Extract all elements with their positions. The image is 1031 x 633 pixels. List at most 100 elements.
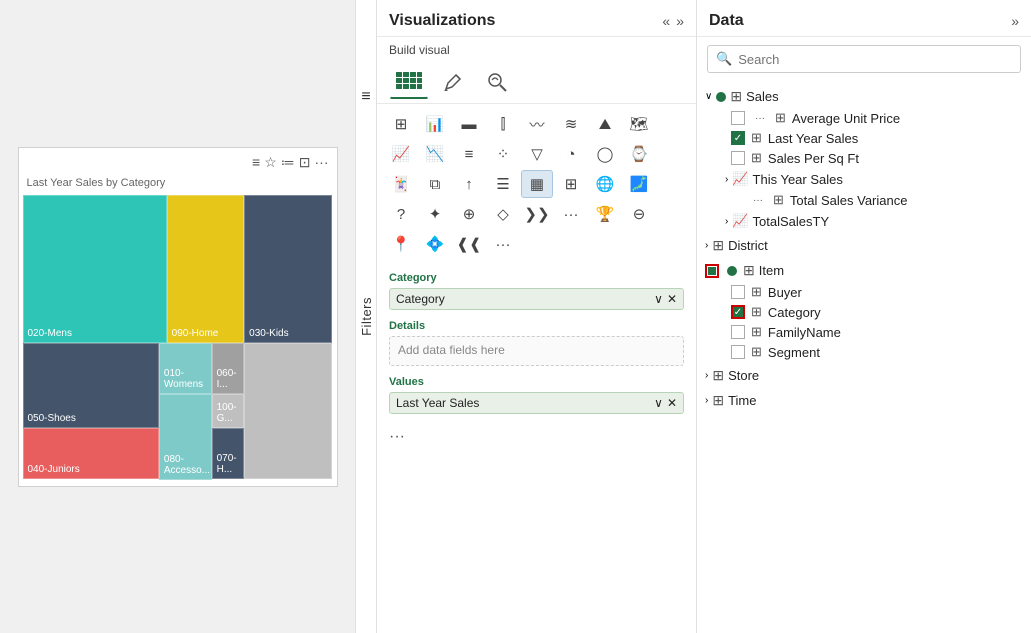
tab-analytics[interactable] <box>477 65 517 99</box>
tree-item-buyer[interactable]: ⊞ Buyer <box>697 282 1031 302</box>
tree-item-sales-per-sq-ft[interactable]: ⊞ Sales Per Sq Ft <box>697 148 1031 168</box>
viz-icon-combo[interactable]: 📉 <box>419 140 451 168</box>
viz-icon-qa[interactable]: ? <box>385 200 417 228</box>
category-chip[interactable]: Category ∨ ✕ <box>389 288 684 310</box>
tree-item-total-sales-variance[interactable]: ··· ⊞ Total Sales Variance <box>697 190 1031 210</box>
toolbar-icon-expand[interactable]: ⊡ <box>299 154 311 171</box>
check-last-year-sales[interactable]: ✓ <box>731 131 745 145</box>
treemap-cell[interactable]: 070-H... <box>212 428 245 479</box>
tab-build-visual[interactable] <box>389 65 429 99</box>
toolbar-icon-more[interactable]: ··· <box>315 154 329 171</box>
viz-icon-map[interactable]: 🗺 <box>623 110 655 138</box>
item-partial-check[interactable] <box>705 264 719 278</box>
tree-item-category[interactable]: ✓ ⊞ Category <box>697 302 1031 322</box>
treemap-cell[interactable]: 050-Shoes <box>23 343 159 429</box>
viz-expand-btn[interactable]: » <box>676 13 684 29</box>
viz-icon-area[interactable]: ⛰ <box>589 110 621 138</box>
values-chip-remove[interactable]: ✕ <box>667 396 677 410</box>
tree-group-header-total-sales-ty[interactable]: › 📈 TotalSalesTY <box>697 210 1031 232</box>
viz-icon-table[interactable]: ⊞ <box>385 110 417 138</box>
viz-icon-donut[interactable]: ◯ <box>589 140 621 168</box>
data-title: Data <box>709 12 744 30</box>
tree-item-avg-unit-price[interactable]: ··· ⊞ Average Unit Price <box>697 108 1031 128</box>
check-family-name[interactable] <box>731 325 745 339</box>
tree-group-header-item[interactable]: ⊞ Item <box>697 259 1031 282</box>
chip-dropdown[interactable]: ∨ <box>654 292 663 306</box>
filters-panel[interactable]: ≡ Filters <box>355 0 377 633</box>
details-chip[interactable]: Add data fields here <box>389 336 684 366</box>
check-segment[interactable] <box>731 345 745 359</box>
tree-item-last-year-sales[interactable]: ✓ ⊞ Last Year Sales <box>697 128 1031 148</box>
viz-icon-kpi[interactable]: ↑ <box>453 170 485 198</box>
check-category[interactable]: ✓ <box>731 305 745 319</box>
viz-icon-waterfall[interactable]: ≡ <box>453 140 485 168</box>
toolbar-icon-menu[interactable]: ≡ <box>252 154 260 171</box>
category-chip-value: Category <box>396 292 445 306</box>
sales-per-sq-ft-name: Sales Per Sq Ft <box>768 151 859 166</box>
viz-icon-pie[interactable]: ◔ <box>555 140 587 168</box>
check-avg-unit-price[interactable] <box>731 111 745 125</box>
viz-icon-smart[interactable]: ✦ <box>419 200 451 228</box>
tab-format[interactable] <box>433 65 473 99</box>
viz-icon-key-influencer[interactable]: ◇ <box>487 200 519 228</box>
viz-icon-line-bar[interactable]: 〰 <box>521 110 553 138</box>
viz-icon-treemap[interactable]: ▦ <box>521 170 553 198</box>
viz-icon-funnel[interactable]: ▽ <box>521 140 553 168</box>
tree-item-family-name[interactable]: ⊞ FamilyName <box>697 322 1031 342</box>
check-sales-per-sq-ft[interactable] <box>731 151 745 165</box>
viz-icon-ribbon[interactable]: ≋ <box>555 110 587 138</box>
treemap-cell[interactable]: 060-I... <box>212 343 245 394</box>
viz-icon-filled-map[interactable]: 🗾 <box>623 170 655 198</box>
tree-item-segment[interactable]: ⊞ Segment <box>697 342 1031 362</box>
sales-expand-arrow: ∨ <box>705 91 712 102</box>
treemap-cell[interactable]: 030-Kids <box>244 195 332 343</box>
viz-collapse-btn[interactable]: « <box>662 13 670 29</box>
viz-icon-clustered-bar[interactable]: ⫿ <box>487 110 519 138</box>
tree-group-header-sales[interactable]: ∨ ⊞ Sales <box>697 85 1031 108</box>
chip-remove[interactable]: ✕ <box>667 292 677 306</box>
viz-icon-multirow[interactable]: ⧉ <box>419 170 451 198</box>
treemap-cell[interactable]: 040-Juniors <box>23 428 159 479</box>
viz-icon-python[interactable]: ⊖ <box>623 200 655 228</box>
values-chip-dropdown[interactable]: ∨ <box>654 396 663 410</box>
search-box[interactable]: 🔍 <box>707 45 1021 73</box>
viz-icon-narrative[interactable]: ❯❯ <box>521 200 553 228</box>
viz-icon-location[interactable]: 📍 <box>385 230 417 258</box>
tree-group-header-this-year[interactable]: › 📈 This Year Sales <box>697 168 1031 190</box>
check-buyer[interactable] <box>731 285 745 299</box>
treemap-cell[interactable]: 090-Home <box>167 195 245 343</box>
treemap-cell[interactable]: 010-Womens <box>159 343 212 394</box>
time-expand-arrow: › <box>705 395 708 406</box>
data-panel: Data » 🔍 ∨ ⊞ Sales ··· ⊞ Average Unit Pr… <box>697 0 1031 633</box>
viz-icon-bar[interactable]: 📊 <box>419 110 451 138</box>
tree-group-header-store[interactable]: › ⊞ Store <box>697 364 1031 387</box>
viz-icon-arrows[interactable]: ❰❰ <box>453 230 485 258</box>
viz-icon-shape-map[interactable]: 🌐 <box>589 170 621 198</box>
tree-group-header-district[interactable]: › ⊞ District <box>697 234 1031 257</box>
viz-arrows: « » <box>662 13 684 29</box>
viz-icon-more[interactable]: ··· <box>555 200 587 228</box>
search-input[interactable] <box>738 52 1012 67</box>
viz-icon-matrix[interactable]: ⊞ <box>555 170 587 198</box>
values-chip[interactable]: Last Year Sales ∨ ✕ <box>389 392 684 414</box>
treemap-cell[interactable]: 100-G... <box>212 394 245 428</box>
treemap-cell[interactable]: 020-Mens <box>23 195 167 343</box>
treemap-cell-label: 080-Accesso... <box>164 454 210 476</box>
toolbar-icon-pin[interactable]: ☆ <box>264 154 277 171</box>
viz-icon-diamond[interactable]: 💠 <box>419 230 451 258</box>
total-sales-ty-name: TotalSalesTY <box>753 214 830 229</box>
viz-icon-stacked-bar[interactable]: ▬ <box>453 110 485 138</box>
treemap-cell[interactable] <box>244 343 332 480</box>
viz-icon-line[interactable]: 📈 <box>385 140 417 168</box>
viz-icon-r-visual[interactable]: 🏆 <box>589 200 621 228</box>
viz-icon-gauge[interactable]: ⌚ <box>623 140 655 168</box>
viz-icon-scatter[interactable]: ⁘ <box>487 140 519 168</box>
tree-group-header-time[interactable]: › ⊞ Time <box>697 389 1031 412</box>
viz-icon-slicer[interactable]: ☰ <box>487 170 519 198</box>
viz-icon-decomp[interactable]: ⊕ <box>453 200 485 228</box>
treemap-cell[interactable]: 080-Accesso... <box>159 394 212 480</box>
viz-icon-more2[interactable]: ··· <box>487 230 519 258</box>
viz-icon-card[interactable]: 🃏 <box>385 170 417 198</box>
data-expand-btn[interactable]: » <box>1011 13 1019 29</box>
toolbar-icon-filter[interactable]: ≔ <box>281 154 295 171</box>
